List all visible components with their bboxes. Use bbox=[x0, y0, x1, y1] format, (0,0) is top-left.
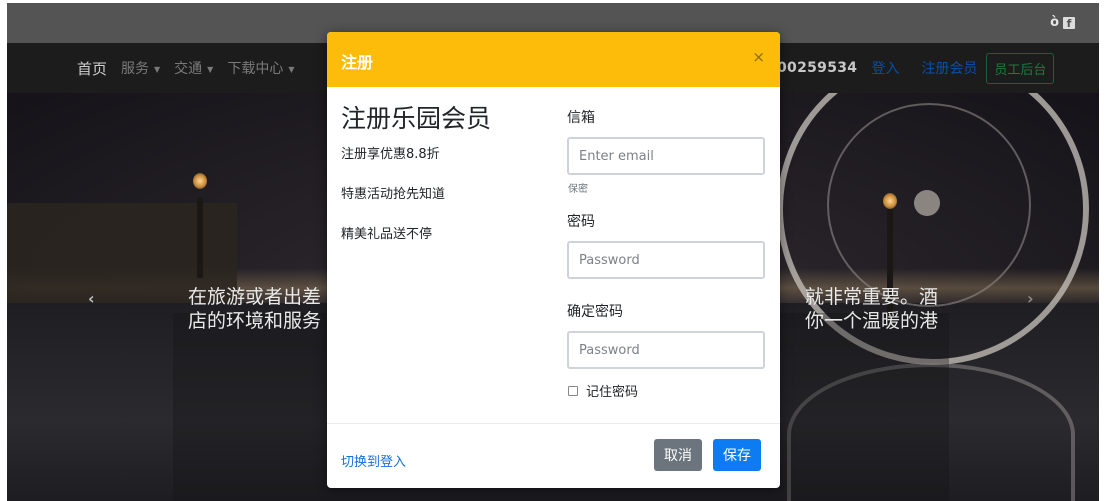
nav-item-traffic[interactable]: 交通 ▼ bbox=[174, 58, 213, 78]
password-field[interactable] bbox=[567, 241, 765, 279]
register-heading: 注册乐园会员 bbox=[341, 104, 492, 133]
nav-item-services[interactable]: 服务 ▼ bbox=[121, 58, 160, 78]
modal-body: 注册乐园会员 注册享优惠8.8折 特惠活动抢先知道 精美礼品送不停 信箱 保密 … bbox=[327, 87, 780, 423]
modal-footer: 切换到登入 取消 保存 bbox=[327, 423, 780, 488]
perk-item: 特惠活动抢先知道 bbox=[341, 187, 446, 202]
login-link[interactable]: 登入 bbox=[871, 58, 899, 78]
phone-number: 00259534 bbox=[777, 60, 858, 76]
caption-text: 你一个温暖的港 bbox=[804, 310, 938, 332]
weibo-icon[interactable]: ò bbox=[1050, 15, 1059, 30]
nav-item-home[interactable]: 首页 bbox=[77, 58, 107, 79]
modal-title: 注册 bbox=[341, 53, 374, 72]
cancel-button[interactable]: 取消 bbox=[654, 439, 702, 471]
facebook-icon[interactable]: f bbox=[1063, 16, 1075, 30]
carousel-prev-icon[interactable]: ‹ bbox=[88, 289, 95, 308]
caption-text: 店的环境和服务 bbox=[188, 310, 322, 332]
remember-password[interactable]: 记住密码 bbox=[567, 381, 767, 400]
modal-header: 注册 × bbox=[327, 32, 780, 87]
switch-to-login-link[interactable]: 切换到登入 bbox=[341, 451, 406, 470]
remember-label: 记住密码 bbox=[586, 385, 639, 400]
register-link[interactable]: 注册会员 bbox=[921, 58, 977, 78]
caret-down-icon: ▼ bbox=[154, 65, 161, 74]
perk-item: 注册享优惠8.8折 bbox=[341, 147, 440, 162]
nav-item-label: 交通 bbox=[174, 61, 203, 77]
page: ò f 首页 服务 ▼ 交通 ▼ 下载中心 ▼ 00259534 登入 注册会员 员工… bbox=[0, 0, 1110, 501]
email-help-text: 保密 bbox=[568, 184, 588, 195]
caption-text: 就非常重要。酒 bbox=[804, 286, 938, 308]
street-lamp bbox=[197, 198, 203, 278]
email-label: 信箱 bbox=[567, 110, 595, 126]
nav-item-downloads[interactable]: 下载中心 ▼ bbox=[227, 58, 294, 78]
nav-item-label: 服务 bbox=[121, 61, 150, 77]
caret-down-icon: ▼ bbox=[207, 65, 214, 74]
caption-text: 在旅游或者出差 bbox=[188, 286, 322, 308]
save-button[interactable]: 保存 bbox=[713, 439, 761, 471]
staff-backend-button[interactable]: 员工后台 bbox=[986, 52, 1055, 84]
register-modal: 注册 × 注册乐园会员 注册享优惠8.8折 特惠活动抢先知道 精美礼品送不停 信… bbox=[327, 32, 780, 488]
perks-column: 注册乐园会员 注册享优惠8.8折 特惠活动抢先知道 精美礼品送不停 bbox=[341, 103, 541, 263]
confirm-password-field[interactable] bbox=[567, 331, 765, 369]
lamp-light bbox=[193, 173, 207, 189]
password-label: 密码 bbox=[567, 214, 595, 230]
ferris-wheel-hub bbox=[914, 190, 940, 216]
email-field[interactable] bbox=[567, 137, 765, 175]
confirm-password-label: 确定密码 bbox=[567, 304, 623, 320]
close-icon[interactable]: × bbox=[752, 48, 765, 66]
nav-item-label: 下载中心 bbox=[227, 61, 284, 77]
nav-actions: 00259534 登入 注册会员 员工后台 bbox=[777, 43, 1055, 93]
caret-down-icon: ▼ bbox=[288, 65, 295, 74]
register-form: 信箱 保密 密码 确定密码 记住密码 bbox=[567, 107, 767, 400]
social-links: ò f bbox=[1050, 15, 1075, 30]
remember-checkbox[interactable] bbox=[568, 385, 578, 396]
nav-menu: 首页 服务 ▼ 交通 ▼ 下载中心 ▼ bbox=[77, 43, 294, 93]
perk-item: 精美礼品送不停 bbox=[341, 227, 433, 242]
carousel-next-icon[interactable]: › bbox=[1027, 289, 1034, 308]
